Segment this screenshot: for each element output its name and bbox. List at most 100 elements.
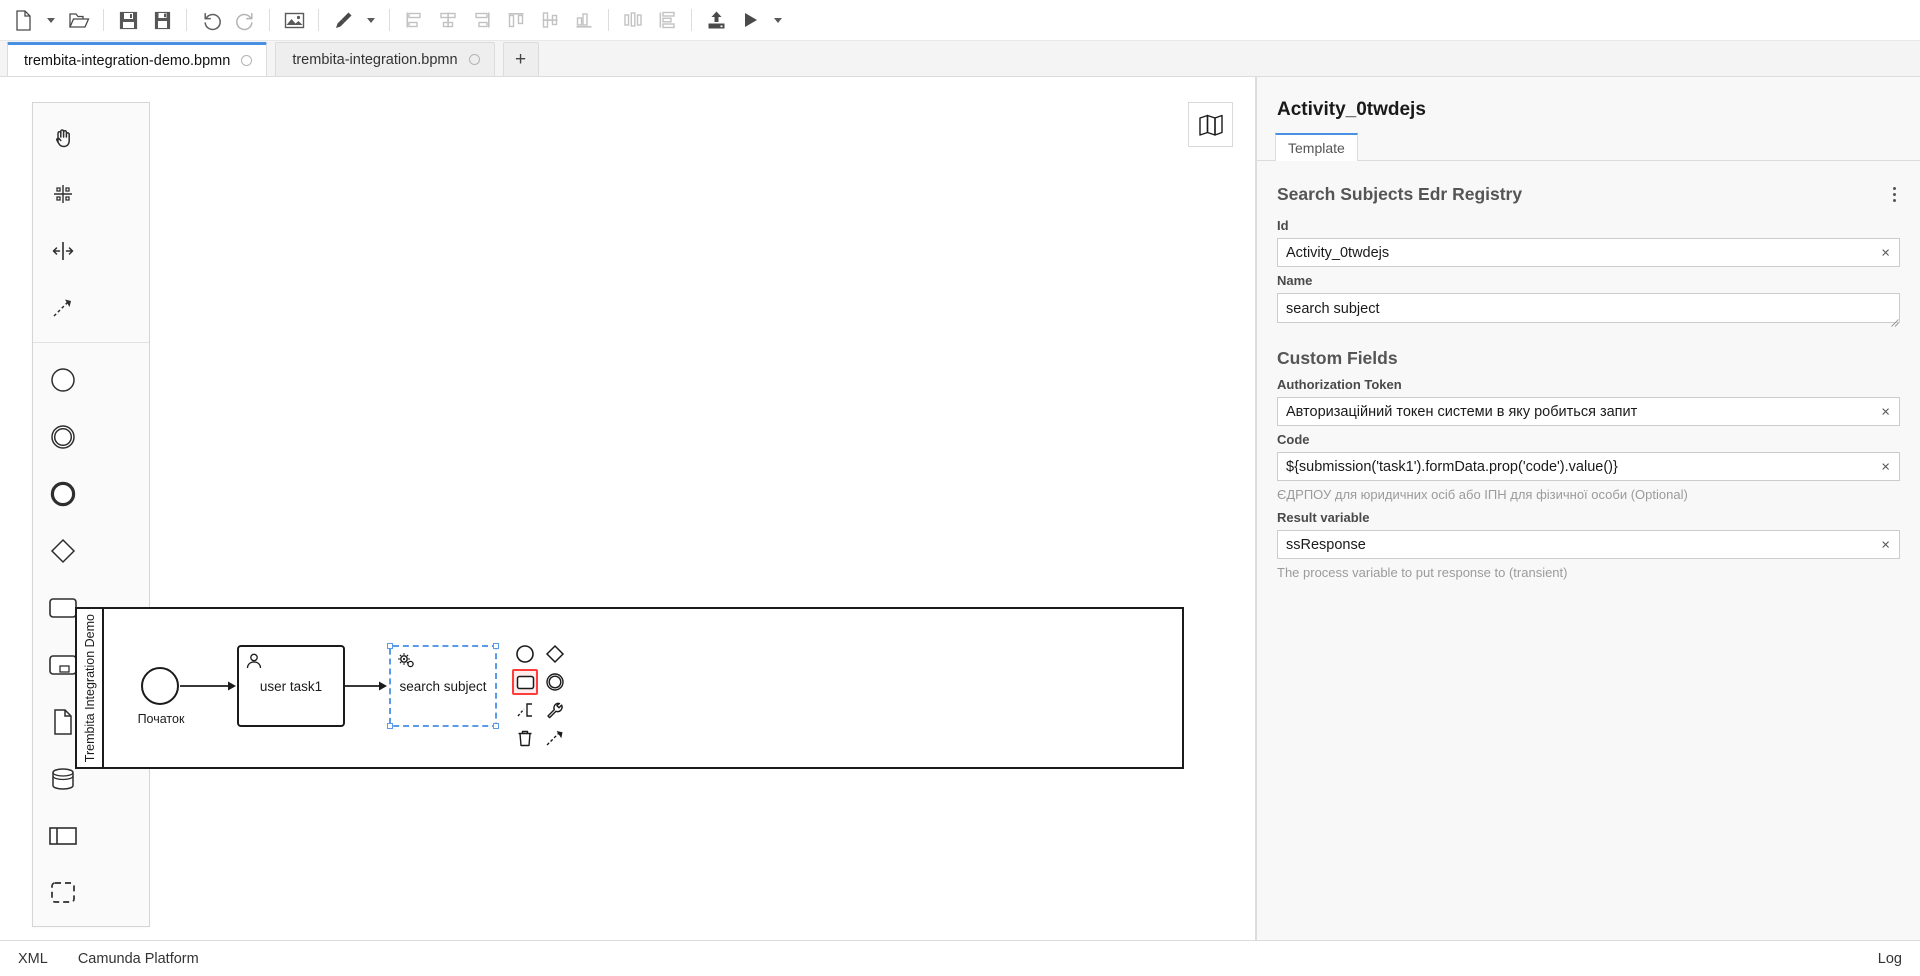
append-gateway-icon[interactable] <box>542 641 568 667</box>
result-variable-hint: The process variable to put response to … <box>1277 565 1568 580</box>
authorization-token-field-group: Authorization Token × <box>1257 371 1920 426</box>
name-field[interactable] <box>1277 293 1900 323</box>
new-tab-button[interactable]: + <box>502 42 539 76</box>
start-event-icon[interactable] <box>33 351 92 408</box>
authorization-token-field[interactable] <box>1277 397 1900 426</box>
minimap-toggle-button[interactable] <box>1188 102 1233 147</box>
code-field-hint: ЄДРПОУ для юридичних осіб або ІПН для фі… <box>1277 487 1688 502</box>
tab-template[interactable]: Template <box>1275 133 1358 161</box>
status-bar: XML Camunda Platform Log <box>0 940 1920 976</box>
result-variable-clear-icon[interactable]: × <box>1877 535 1894 554</box>
code-field-clear-icon[interactable]: × <box>1877 457 1894 476</box>
export-image-icon[interactable] <box>277 4 311 36</box>
append-text-annotation-icon[interactable] <box>512 697 538 723</box>
new-file-dropdown-caret[interactable] <box>40 4 62 36</box>
tab-label: trembita-integration.bpmn <box>292 51 458 68</box>
run-icon[interactable] <box>733 4 767 36</box>
resize-handle-nw[interactable] <box>387 643 393 649</box>
align-top-icon[interactable] <box>499 4 533 36</box>
sequence-flow-1[interactable] <box>180 679 236 693</box>
global-connect-tool-icon[interactable] <box>33 279 92 336</box>
element-id-title: Activity_0twdejs <box>1277 99 1426 120</box>
format-brush-dropdown-caret[interactable] <box>360 4 382 36</box>
sequence-flow-2[interactable] <box>345 679 387 693</box>
service-task-search-subject[interactable]: search subject <box>387 643 499 729</box>
status-log-button[interactable]: Log <box>1878 951 1902 967</box>
connect-icon[interactable] <box>542 725 568 751</box>
template-menu-icon[interactable] <box>1887 183 1902 206</box>
pool-header[interactable]: Trembita Integration Demo <box>77 609 104 767</box>
align-right-icon[interactable] <box>465 4 499 36</box>
toolbar-divider <box>318 9 319 31</box>
resize-handle-ne[interactable] <box>493 643 499 649</box>
tab-trembita-integration[interactable]: trembita-integration.bpmn <box>275 42 495 76</box>
gateway-icon[interactable] <box>33 522 92 579</box>
distribute-vertical-icon[interactable] <box>650 4 684 36</box>
service-task-icon <box>397 652 417 673</box>
start-event-label: Початок <box>137 712 185 726</box>
user-task-label: user task1 <box>259 678 323 694</box>
toolbar-divider <box>389 9 390 31</box>
distribute-horizontal-icon[interactable] <box>616 4 650 36</box>
lasso-tool-icon[interactable] <box>33 165 92 222</box>
new-file-icon[interactable] <box>6 4 40 36</box>
intermediate-event-icon[interactable] <box>33 408 92 465</box>
authorization-token-clear-icon[interactable]: × <box>1877 402 1894 421</box>
space-tool-icon[interactable] <box>33 222 92 279</box>
append-task-icon[interactable] <box>512 669 538 695</box>
authorization-token-label: Authorization Token <box>1277 377 1402 392</box>
open-file-icon[interactable] <box>62 4 96 36</box>
id-field-group: Id × <box>1257 212 1920 267</box>
properties-panel: Properties Panel Activity_0twdejs Templa… <box>1256 77 1920 940</box>
toolbar-divider <box>269 9 270 31</box>
append-end-event-icon[interactable] <box>512 641 538 667</box>
deploy-icon[interactable] <box>699 4 733 36</box>
start-event[interactable] <box>141 667 179 705</box>
status-xml-button[interactable]: XML <box>18 951 48 967</box>
user-task-1[interactable]: user task1 <box>237 645 345 727</box>
participant-icon[interactable] <box>33 807 92 864</box>
group-icon[interactable] <box>33 864 92 921</box>
pool-label: Trembita Integration Demo <box>82 613 97 763</box>
toolbar-divider <box>608 9 609 31</box>
delete-icon[interactable] <box>512 725 538 751</box>
append-intermediate-event-icon[interactable] <box>542 669 568 695</box>
align-left-icon[interactable] <box>397 4 431 36</box>
undo-icon[interactable] <box>194 4 228 36</box>
bpmn-palette <box>32 102 150 927</box>
template-title: Search Subjects Edr Registry <box>1277 184 1523 204</box>
change-type-icon[interactable] <box>542 697 568 723</box>
result-variable-field[interactable] <box>1277 530 1900 559</box>
align-bottom-icon[interactable] <box>567 4 601 36</box>
context-pad <box>512 641 570 751</box>
code-field[interactable] <box>1277 452 1900 481</box>
tab-close-icon[interactable] <box>468 54 480 65</box>
align-center-icon[interactable] <box>431 4 465 36</box>
format-brush-icon[interactable] <box>326 4 360 36</box>
save-icon[interactable] <box>111 4 145 36</box>
name-field-label: Name <box>1277 273 1313 288</box>
id-field[interactable] <box>1277 238 1900 267</box>
map-icon <box>1198 114 1223 136</box>
properties-panel-toggle[interactable]: Properties Panel <box>1256 347 1257 479</box>
toolbar-divider <box>691 9 692 31</box>
bpmn-canvas[interactable]: Trembita Integration Demo Початок user t… <box>0 77 1256 940</box>
tab-trembita-integration-demo[interactable]: trembita-integration-demo.bpmn <box>7 42 268 76</box>
status-engine-button[interactable]: Camunda Platform <box>78 951 199 967</box>
code-field-group: Code × <box>1257 426 1920 481</box>
participant-pool[interactable]: Trembita Integration Demo Початок user t… <box>75 607 1184 769</box>
name-field-resize-grip[interactable] <box>1890 318 1899 327</box>
align-middle-icon[interactable] <box>533 4 567 36</box>
redo-icon[interactable] <box>228 4 262 36</box>
hand-tool-icon[interactable] <box>33 108 92 165</box>
toolbar-divider <box>186 9 187 31</box>
save-as-icon[interactable] <box>145 4 179 36</box>
id-field-label: Id <box>1277 218 1289 233</box>
template-group-header: Search Subjects Edr Registry <box>1257 161 1920 212</box>
run-dropdown-caret[interactable] <box>767 4 789 36</box>
resize-handle-sw[interactable] <box>387 723 393 729</box>
tab-close-icon[interactable] <box>241 55 253 66</box>
end-event-icon[interactable] <box>33 465 92 522</box>
resize-handle-se[interactable] <box>493 723 499 729</box>
id-field-clear-icon[interactable]: × <box>1877 243 1894 262</box>
